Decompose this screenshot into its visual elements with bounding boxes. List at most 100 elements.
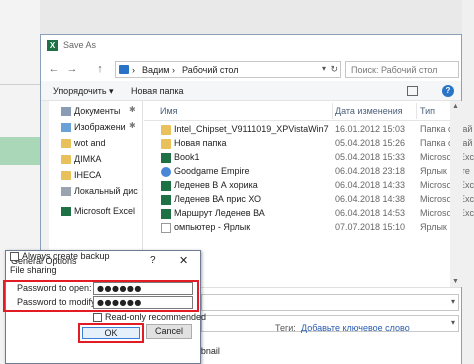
search-input[interactable]: Поиск: Рабочий стол <box>345 61 459 78</box>
file-name: Intel_Chipset_V9111019_XPVistaWin7 <box>174 124 329 134</box>
nav-item-dimka[interactable]: ДІМКА <box>47 153 141 167</box>
file-row[interactable]: Book1 05.04.2018 15:33 Microsoft Exc <box>144 151 474 165</box>
search-placeholder: Поиск: Рабочий стол <box>351 65 438 75</box>
help-icon[interactable]: ? <box>150 255 156 266</box>
address-dropdown-icon[interactable]: ▾ <box>322 64 326 73</box>
cancel-button[interactable]: Cancel <box>146 324 192 339</box>
chevron-down-icon[interactable]: ▾ <box>451 297 455 306</box>
folder-icon <box>61 155 71 164</box>
breadcrumb-separator: › <box>132 65 135 75</box>
nav-item-inesa[interactable]: ІНЕСА <box>47 169 141 183</box>
excel-file-icon <box>161 209 171 219</box>
window-title: Save As <box>63 40 97 50</box>
up-arrow-icon[interactable]: ↑ <box>93 62 107 76</box>
refresh-icon[interactable]: ↻ <box>330 64 338 75</box>
file-sharing-heading: File sharing <box>10 265 57 275</box>
view-options-icon[interactable] <box>407 86 418 96</box>
file-name: Новая папка <box>174 138 227 148</box>
images-icon <box>61 123 71 132</box>
excel-file-icon <box>161 181 171 191</box>
tags-label: Теги: <box>275 323 296 333</box>
excel-icon <box>61 207 71 216</box>
always-backup-label: Always create backup <box>22 251 110 261</box>
file-date: 05.04.2018 15:26 <box>335 138 406 148</box>
column-divider[interactable] <box>416 103 417 119</box>
nav-item-label: Изображени <box>74 122 126 132</box>
ok-button-highlight: OK <box>78 323 144 343</box>
file-row[interactable]: Леденев В А хорика 06.04.2018 14:33 Micr… <box>144 179 474 193</box>
file-name: Леденев В А хорика <box>174 180 258 190</box>
file-date: 06.04.2018 14:38 <box>335 194 406 204</box>
add-tag-link[interactable]: Добавьте ключевое слово <box>301 323 410 333</box>
nav-item-wot[interactable]: wot and <box>47 137 141 151</box>
folder-icon <box>61 171 71 180</box>
file-type: Microsoft Exc <box>420 194 474 204</box>
title-bar: X Save As <box>41 35 461 57</box>
scroll-down-icon[interactable]: ▼ <box>452 278 459 285</box>
folder-icon <box>161 139 171 149</box>
file-date: 16.01.2012 15:03 <box>335 124 406 134</box>
folder-icon <box>61 139 71 148</box>
shortcut-icon <box>161 167 171 177</box>
file-row[interactable]: Маршрут Леденев ВА 06.04.2018 14:53 Micr… <box>144 207 474 221</box>
file-name: Book1 <box>174 152 200 162</box>
file-date: 06.04.2018 23:18 <box>335 166 406 176</box>
help-icon[interactable]: ? <box>442 85 454 97</box>
column-header-row: Имя Дата изменения Тип <box>144 101 463 121</box>
column-header-type[interactable]: Тип <box>420 106 435 116</box>
always-backup-checkbox[interactable] <box>10 252 19 261</box>
address-bar[interactable]: › Вадим › Рабочий стол ▾ ↻ <box>115 61 341 78</box>
password-open-input[interactable]: ●●●●●● <box>93 282 193 295</box>
nav-item-label: wot and <box>74 138 106 148</box>
read-only-checkbox[interactable] <box>93 313 102 322</box>
toolbar: Упорядочить ▾ Новая папка ? <box>41 81 461 101</box>
organize-button[interactable]: Упорядочить ▾ <box>53 86 114 97</box>
column-divider[interactable] <box>332 103 333 119</box>
file-type: Microsoft Exc <box>420 208 474 218</box>
file-name-field[interactable]: ▾ <box>201 294 459 311</box>
password-modify-input[interactable]: ●●●●●● <box>93 296 193 309</box>
nav-item-label: ДІМКА <box>74 154 102 164</box>
file-row[interactable]: Intel_Chipset_V9111019_XPVistaWin7 16.01… <box>144 123 472 137</box>
file-row[interactable]: Леденев ВА прис ХО 06.04.2018 14:38 Micr… <box>144 193 474 207</box>
folder-icon <box>161 125 171 135</box>
drive-icon <box>61 187 71 196</box>
file-list-scrollbar[interactable]: ▲ ▼ <box>450 101 463 287</box>
file-type: Папка с фай <box>420 124 473 134</box>
backstage-divider <box>0 84 40 85</box>
file-type: Ярлык <box>420 222 447 232</box>
file-row[interactable]: Goodgame Empire 06.04.2018 23:18 Ярлык И… <box>144 165 470 179</box>
excel-icon: X <box>47 40 58 51</box>
breadcrumb-vadim[interactable]: Вадим <box>142 65 169 75</box>
close-icon[interactable]: ✕ <box>179 254 188 267</box>
nav-item-images[interactable]: Изображени ✱ <box>47 121 141 135</box>
nav-item-label: Microsoft Excel <box>74 206 136 216</box>
forward-arrow-icon[interactable]: → <box>65 62 79 76</box>
breadcrumb-separator: › <box>172 65 175 75</box>
file-row[interactable]: омпьютер - Ярлык 07.07.2018 15:10 Ярлык <box>144 221 463 235</box>
read-only-label: Read-only recommended <box>105 312 207 322</box>
spacer <box>201 312 459 313</box>
file-type: Microsoft Exc <box>420 180 474 190</box>
new-folder-button[interactable]: Новая папка <box>131 86 183 96</box>
file-date: 05.04.2018 15:33 <box>335 152 406 162</box>
chevron-down-icon[interactable]: ▾ <box>451 318 455 327</box>
nav-item-microsoft-excel[interactable]: Microsoft Excel <box>47 205 141 219</box>
password-modify-label: Password to modify: <box>17 297 99 307</box>
column-header-date[interactable]: Дата изменения <box>335 106 403 116</box>
backstage-selected-item[interactable] <box>0 137 40 165</box>
computer-icon <box>119 65 129 74</box>
file-name: Goodgame Empire <box>174 166 250 176</box>
column-header-name[interactable]: Имя <box>160 106 178 116</box>
excel-file-icon <box>161 195 171 205</box>
nav-item-documents[interactable]: Документы ✱ <box>47 105 141 119</box>
file-row[interactable]: Новая папка 05.04.2018 15:26 Папка с фай <box>144 137 472 151</box>
file-name: омпьютер - Ярлык <box>174 222 251 232</box>
scroll-up-icon[interactable]: ▲ <box>452 103 459 110</box>
back-arrow-icon[interactable]: ← <box>47 62 61 76</box>
breadcrumb-desktop[interactable]: Рабочий стол <box>182 65 239 75</box>
ok-button[interactable]: OK <box>82 327 140 339</box>
nav-item-label: Документы <box>74 106 121 116</box>
nav-item-local-disk[interactable]: Локальный дис <box>47 185 141 199</box>
documents-icon <box>61 107 71 116</box>
